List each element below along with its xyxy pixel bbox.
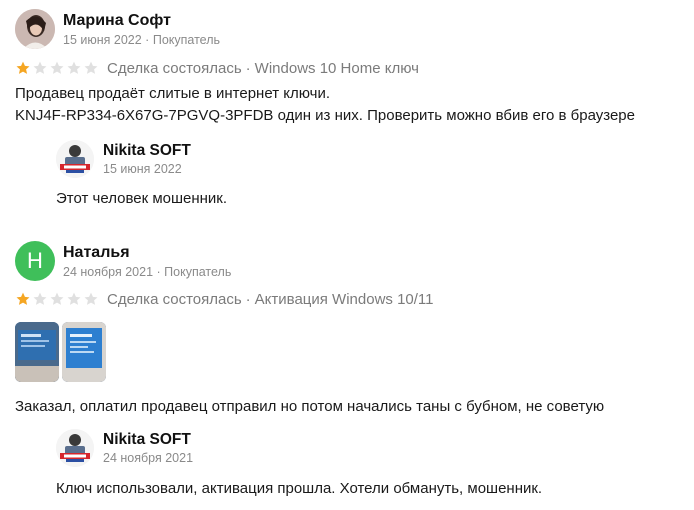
meta-separator: · [245, 290, 251, 308]
star-empty-icon [50, 292, 64, 305]
seller-name[interactable]: Nikita SOFT [103, 141, 191, 160]
star-filled-icon [16, 292, 30, 305]
review-photo[interactable] [62, 322, 106, 382]
product-name[interactable]: Windows 10 Home ключ [255, 60, 419, 77]
review-date: 24 ноября 2021 [63, 264, 154, 279]
seller-reply-header: Nikita SOFT 24 ноября 2021 [56, 429, 193, 467]
meta-separator: · [156, 264, 161, 279]
seller-reply-text: Ключ использовали, активация прошла. Хот… [56, 480, 543, 497]
star-rating [15, 60, 100, 76]
seller-avatar[interactable] [56, 140, 94, 178]
review-author-name[interactable]: Марина Софт [63, 11, 220, 30]
meta-separator: · [145, 32, 150, 47]
rating-row: Сделка состоялась · Активация Windows 10… [15, 290, 434, 308]
seller-reply-text: Этот человек мошенник. [56, 190, 228, 207]
avatar[interactable]: Н [15, 241, 55, 281]
star-empty-icon [67, 61, 81, 74]
deal-status: Сделка состоялась [107, 290, 242, 308]
star-empty-icon [50, 61, 64, 74]
star-empty-icon [33, 61, 47, 74]
reviews-list: Марина Софт 15 июня 2022 · Покупатель Сд… [0, 0, 694, 510]
review-photo[interactable] [15, 322, 59, 382]
review-text: Продавец продаёт слитые в интернет ключи… [15, 83, 685, 127]
review-photos [15, 322, 109, 382]
star-empty-icon [84, 61, 98, 74]
screen-photo-icon [62, 322, 106, 382]
review-role: Покупатель [152, 32, 220, 47]
seller-reply-header: Nikita SOFT 15 июня 2022 [56, 140, 191, 178]
screen-photo-icon [15, 322, 59, 382]
review-text: Заказал, оплатил продавец отправил но по… [15, 398, 605, 415]
review-author-row: Марина Софт 15 июня 2022 · Покупатель [15, 9, 220, 49]
seller-logo-icon [56, 429, 94, 467]
seller-avatar[interactable] [56, 429, 94, 467]
seller-logo-icon [56, 140, 94, 178]
star-empty-icon [67, 292, 81, 305]
review-role: Покупатель [164, 264, 232, 279]
rating-row: Сделка состоялась · Windows 10 Home ключ [15, 59, 419, 77]
product-name[interactable]: Активация Windows 10/11 [255, 291, 434, 308]
review-text-line: Продавец продаёт слитые в интернет ключи… [15, 85, 330, 102]
review-date: 15 июня 2022 [63, 32, 142, 47]
star-filled-icon [16, 61, 30, 74]
reply-date: 15 июня 2022 [103, 162, 182, 176]
star-empty-icon [84, 292, 98, 305]
seller-name[interactable]: Nikita SOFT [103, 430, 193, 449]
reply-date: 24 ноября 2021 [103, 451, 194, 465]
review-meta: 24 ноября 2021 · Покупатель [63, 264, 231, 280]
review-text-line: KNJ4F-RP334-6X67G-7PGVQ-3PFDB один из ни… [15, 107, 635, 124]
deal-status: Сделка состоялась [107, 59, 242, 77]
review-meta: 15 июня 2022 · Покупатель [63, 32, 220, 48]
review-author-name[interactable]: Наталья [63, 243, 231, 262]
star-empty-icon [33, 292, 47, 305]
avatar[interactable] [15, 9, 55, 49]
meta-separator: · [245, 59, 251, 77]
star-rating [15, 291, 100, 307]
review-author-row: Н Наталья 24 ноября 2021 · Покупатель [15, 241, 231, 281]
user-photo-icon [15, 9, 55, 49]
avatar-letter: Н [27, 248, 43, 273]
